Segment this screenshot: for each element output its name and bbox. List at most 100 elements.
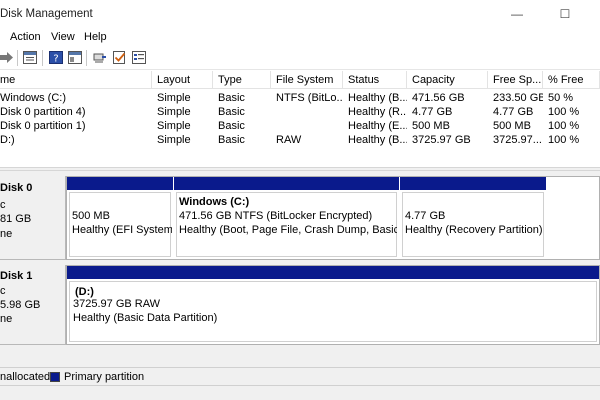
toolbar-separator bbox=[17, 50, 18, 66]
svg-text:?: ? bbox=[53, 54, 58, 65]
menu-help[interactable]: Help bbox=[84, 31, 107, 43]
title-bar: Disk Management — ☐ bbox=[0, 0, 600, 28]
column-header-volume[interactable]: me bbox=[0, 71, 152, 89]
disk-1-info[interactable]: Disk 1 c 5.98 GB ne bbox=[0, 265, 66, 345]
volume-name-cell: D:) bbox=[0, 134, 15, 146]
legend: nallocated Primary partition bbox=[0, 367, 600, 385]
checklist-icon[interactable] bbox=[113, 51, 127, 64]
toolbar-separator bbox=[42, 50, 43, 66]
help-icon[interactable]: ? bbox=[49, 51, 63, 64]
column-header-capacity[interactable]: Capacity bbox=[407, 71, 488, 89]
status-bar bbox=[0, 385, 600, 400]
percent-free-cell: 100 % bbox=[548, 106, 580, 118]
menu-view[interactable]: View bbox=[51, 31, 75, 43]
volume-name-cell: Disk 0 partition 1) bbox=[0, 120, 86, 132]
column-header-file-system[interactable]: File System bbox=[271, 71, 343, 89]
layout-cell: Simple bbox=[157, 120, 191, 132]
disk-0-info[interactable]: Disk 0 c 81 GB ne bbox=[0, 176, 66, 260]
view-list-icon[interactable] bbox=[132, 51, 146, 64]
primary-partition-bar bbox=[174, 177, 399, 190]
free-space-cell: 233.50 GB bbox=[493, 92, 543, 104]
partition-recovery[interactable]: 4.77 GB Healthy (Recovery Partition) bbox=[400, 177, 546, 259]
disk-name: Disk 0 bbox=[0, 182, 33, 194]
percent-free-cell: 100 % bbox=[548, 134, 580, 146]
disk-type: c bbox=[0, 199, 6, 211]
volume-list: me Layout Type File System Status Capaci… bbox=[0, 71, 600, 167]
column-header-layout[interactable]: Layout bbox=[152, 71, 213, 89]
volume-row[interactable]: D:) Simple Basic RAW Healthy (B... 3725.… bbox=[0, 133, 600, 147]
partition-size: 471.56 GB NTFS (BitLocker Encrypted) bbox=[179, 210, 373, 222]
partition-status: Healthy (EFI System I bbox=[72, 224, 172, 236]
disk-status: ne bbox=[0, 228, 13, 240]
volume-name-cell: Windows (C:) bbox=[0, 92, 67, 104]
file-system-cell: RAW bbox=[276, 134, 302, 146]
menu-action[interactable]: Action bbox=[10, 31, 41, 43]
column-header-percent-free[interactable]: % Free bbox=[543, 71, 600, 89]
toolbar: ? bbox=[0, 46, 600, 70]
column-header-status[interactable]: Status bbox=[343, 71, 407, 89]
primary-partition-bar bbox=[67, 266, 599, 279]
maximize-icon: ☐ bbox=[559, 7, 571, 21]
free-space-cell: 4.77 GB bbox=[493, 106, 534, 118]
status-cell: Healthy (B... bbox=[348, 92, 407, 104]
volume-row[interactable]: Disk 0 partition 4) Simple Basic Healthy… bbox=[0, 105, 600, 119]
layout-cell: Simple bbox=[157, 92, 191, 104]
column-header-free-space[interactable]: Free Sp... bbox=[488, 71, 543, 89]
forward-arrow-icon[interactable] bbox=[0, 51, 14, 64]
percent-free-cell: 100 % bbox=[548, 120, 580, 132]
connect-icon[interactable] bbox=[93, 51, 107, 64]
capacity-cell: 500 MB bbox=[412, 120, 450, 132]
primary-partition-bar bbox=[67, 177, 173, 190]
maximize-button[interactable]: ☐ bbox=[554, 4, 576, 24]
disk-0-partitions: 500 MB Healthy (EFI System I Windows (C:… bbox=[66, 176, 600, 260]
disk-size: 81 GB bbox=[0, 213, 32, 225]
layout-cell: Simple bbox=[157, 134, 191, 146]
partition-size: 500 MB bbox=[72, 210, 110, 222]
minimize-button[interactable]: — bbox=[506, 4, 528, 24]
minimize-icon: — bbox=[511, 7, 523, 21]
free-space-cell: 3725.97... bbox=[493, 134, 542, 146]
partition-title: (D:) bbox=[75, 286, 94, 298]
capacity-cell: 471.56 GB bbox=[412, 92, 465, 104]
window-title: Disk Management bbox=[0, 8, 93, 20]
disk-name: Disk 1 bbox=[0, 270, 33, 282]
percent-free-cell: 50 % bbox=[548, 92, 574, 104]
partition-data-d[interactable]: (D:) 3725.97 GB RAW Healthy (Basic Data … bbox=[67, 266, 599, 344]
type-cell: Basic bbox=[218, 106, 245, 118]
primary-partition-bar bbox=[400, 177, 546, 190]
properties-icon[interactable] bbox=[23, 51, 37, 64]
partition-size: 3725.97 GB RAW bbox=[73, 298, 161, 310]
partition-windows-c[interactable]: Windows (C:) 471.56 GB NTFS (BitLocker E… bbox=[174, 177, 399, 259]
status-cell: Healthy (B... bbox=[348, 134, 407, 146]
status-cell: Healthy (R... bbox=[348, 106, 407, 118]
disk-1-partitions: (D:) 3725.97 GB RAW Healthy (Basic Data … bbox=[66, 265, 600, 345]
partition-size: 4.77 GB bbox=[405, 210, 446, 222]
volume-name-cell: Disk 0 partition 4) bbox=[0, 106, 86, 118]
status-cell: Healthy (E... bbox=[348, 120, 407, 132]
file-system-cell bbox=[271, 105, 343, 119]
menu-bar: Action View Help bbox=[0, 28, 600, 46]
capacity-cell: 3725.97 GB bbox=[412, 134, 471, 146]
partition-status: Healthy (Boot, Page File, Crash Dump, Ba… bbox=[179, 224, 397, 236]
type-cell: Basic bbox=[218, 120, 245, 132]
volume-row[interactable]: Windows (C:) Simple Basic NTFS (BitLo...… bbox=[0, 91, 600, 105]
free-space-cell: 500 MB bbox=[493, 120, 531, 132]
show-hide-pane-icon[interactable] bbox=[68, 51, 82, 64]
volume-row[interactable]: Disk 0 partition 1) Simple Basic Healthy… bbox=[0, 119, 600, 133]
legend-primary-label: Primary partition bbox=[64, 371, 145, 383]
disk-type: c bbox=[0, 285, 6, 297]
type-cell: Basic bbox=[218, 92, 245, 104]
file-system-cell: NTFS (BitLo... bbox=[276, 92, 343, 104]
partition-status: Healthy (Recovery Partition) bbox=[405, 224, 543, 236]
layout-cell: Simple bbox=[157, 106, 191, 118]
disk-status: ne bbox=[0, 313, 13, 325]
file-system-cell bbox=[271, 119, 343, 133]
partition-title: Windows (C:) bbox=[179, 196, 250, 208]
toolbar-separator bbox=[86, 50, 87, 66]
legend-primary-swatch bbox=[50, 372, 60, 382]
partition-efi[interactable]: 500 MB Healthy (EFI System I bbox=[67, 177, 173, 259]
disk-size: 5.98 GB bbox=[0, 299, 41, 311]
volume-list-header: me Layout Type File System Status Capaci… bbox=[0, 71, 600, 89]
column-header-type[interactable]: Type bbox=[213, 71, 271, 89]
capacity-cell: 4.77 GB bbox=[412, 106, 453, 118]
